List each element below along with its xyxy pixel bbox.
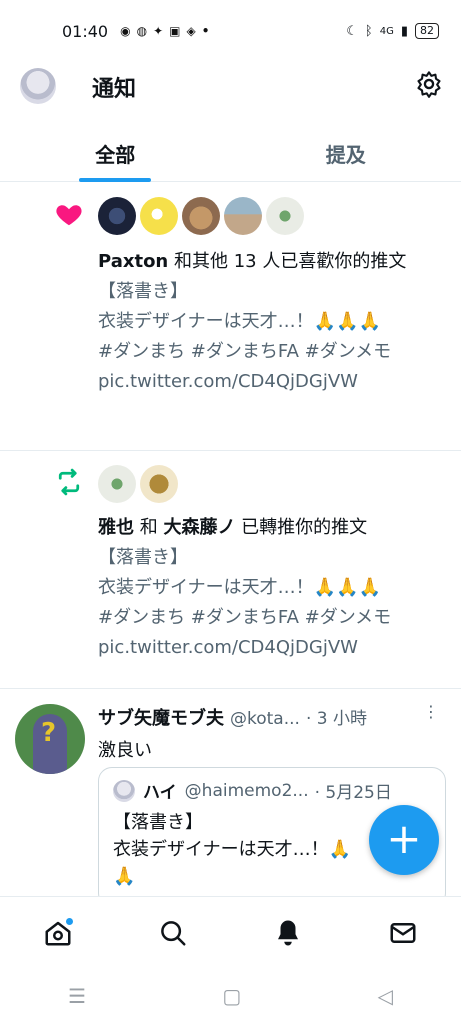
status-bar: 01:40 ◉ ◍ ✦ ▣ ◈ • ☾ ᛒ 4G ▮ 82 [0, 0, 461, 62]
active-tab-indicator [79, 178, 152, 182]
moon-icon: ☾ [346, 23, 358, 39]
tweet-timestamp: · 3 小時 [305, 709, 367, 729]
quoted-author-name: ハイ [143, 783, 177, 803]
tweet-line: pic.twitter.com/CD4QjDGjVW [98, 371, 358, 392]
actor-name[interactable]: 雅也 [98, 517, 134, 538]
avatar[interactable] [98, 197, 136, 235]
like-notification[interactable]: Paxton 和其他 13 人已喜歡你的推文 【落書き】 衣装デザイナーは天才…… [0, 183, 461, 451]
bluetooth-icon: ᛒ [364, 23, 373, 39]
avatar [113, 779, 135, 802]
nav-search[interactable] [153, 913, 193, 953]
tweet-author-handle[interactable]: @kota... [230, 709, 300, 729]
avatar[interactable] [224, 197, 262, 235]
more-options-icon[interactable]: ⋮ [423, 702, 439, 721]
bottom-navigation [0, 896, 461, 968]
tab-all-label: 全部 [95, 143, 136, 167]
quoted-tweet-header: ハイ @haimemo2... · 5月25日 [113, 778, 431, 803]
question-mark-icon: ? [41, 718, 57, 748]
retweeter-avatars [98, 465, 178, 503]
search-icon [161, 920, 186, 945]
messenger-icon: ◍ [136, 24, 148, 38]
discord-icon: ◉ [120, 24, 131, 38]
top-app-bar: 通知 [0, 62, 461, 112]
tweet-line: pic.twitter.com/CD4QjDGjVW [98, 637, 358, 658]
page-title: 通知 [92, 77, 137, 102]
retweet-notification[interactable]: 雅也 和 大森藤ノ 已轉推你的推文 【落書き】 衣装デザイナーは天才…！🙏🙏🙏 … [0, 451, 461, 689]
liker-avatars [98, 197, 304, 235]
tweet-line: 【落書き】 [98, 547, 188, 568]
avatar[interactable] [266, 197, 304, 235]
status-time: 01:40 [62, 21, 109, 41]
nav-notifications[interactable] [268, 913, 308, 953]
system-navigation-bar: ☰ ▢ ◁ [0, 968, 461, 1024]
app-icon: ▣ [169, 24, 181, 38]
quoted-date: · 5月25日 [314, 783, 392, 803]
tweet-line: #ダンまち #ダンまちFA #ダンメモ [98, 341, 392, 362]
actor-name[interactable]: Paxton [98, 251, 168, 272]
profile-avatar[interactable] [20, 68, 56, 104]
avatar[interactable]: ? [15, 704, 85, 774]
tweet-line: 衣装デザイナーは天才…！🙏🙏🙏 [98, 577, 381, 598]
signal-icon: ▮ [400, 23, 408, 39]
unread-dot [64, 916, 74, 926]
quoted-author-handle: @haimemo2... [184, 780, 309, 801]
back-triangle-icon[interactable]: ◁ [377, 984, 392, 1008]
twitter-icon: ✦ [153, 24, 164, 38]
heart-icon [56, 205, 82, 226]
compose-tweet-button[interactable]: + [369, 805, 439, 875]
notification-icons: ◉ ◍ ✦ ▣ ◈ • [120, 24, 209, 38]
cat-icon: ◈ [186, 24, 196, 38]
tweet-author-name[interactable]: サブ矢魔モブ夫 [98, 704, 224, 730]
nav-home[interactable] [38, 913, 78, 953]
more-dot-icon: • [201, 24, 210, 38]
notification-text: 雅也 和 大森藤ノ 已轉推你的推文 【落書き】 衣装デザイナーは天才…！🙏🙏🙏 … [98, 513, 448, 663]
avatar[interactable] [140, 197, 178, 235]
battery-indicator: 82 [415, 23, 439, 39]
network-label: 4G [379, 25, 394, 37]
avatar[interactable] [182, 197, 220, 235]
plus-icon: + [386, 814, 422, 863]
home-square-icon[interactable]: ▢ [222, 984, 241, 1008]
avatar[interactable] [98, 465, 136, 503]
notification-action: 和其他 13 人已喜歡你的推文 [168, 251, 407, 272]
tweet-line: #ダンまち #ダンまちFA #ダンメモ [98, 607, 392, 628]
nav-messages[interactable] [383, 913, 423, 953]
recent-apps-icon[interactable]: ☰ [68, 984, 86, 1008]
tweet-body: 激良い [98, 740, 152, 761]
tab-mentions-label: 提及 [325, 143, 366, 167]
tweet-line: 衣装デザイナーは天才…！🙏🙏🙏 [98, 311, 381, 332]
retweet-icon [58, 468, 80, 496]
tweet-line: 【落書き】 [98, 281, 188, 302]
notification-text: Paxton 和其他 13 人已喜歡你的推文 【落書き】 衣装デザイナーは天才…… [98, 247, 448, 397]
mail-icon [390, 922, 416, 943]
avatar[interactable] [140, 465, 178, 503]
bell-icon [278, 920, 299, 945]
tweet-header: サブ矢魔モブ夫 @kota... · 3 小時 [98, 704, 448, 730]
tab-all[interactable]: 全部 [0, 122, 231, 182]
actor-name[interactable]: 大森藤ノ [163, 517, 235, 538]
conjunction: 和 [134, 517, 164, 538]
notification-action: 已轉推你的推文 [235, 517, 368, 538]
tab-mentions[interactable]: 提及 [231, 122, 461, 181]
notification-tabs: 全部 提及 [0, 122, 461, 182]
settings-gear-icon[interactable] [415, 70, 443, 98]
